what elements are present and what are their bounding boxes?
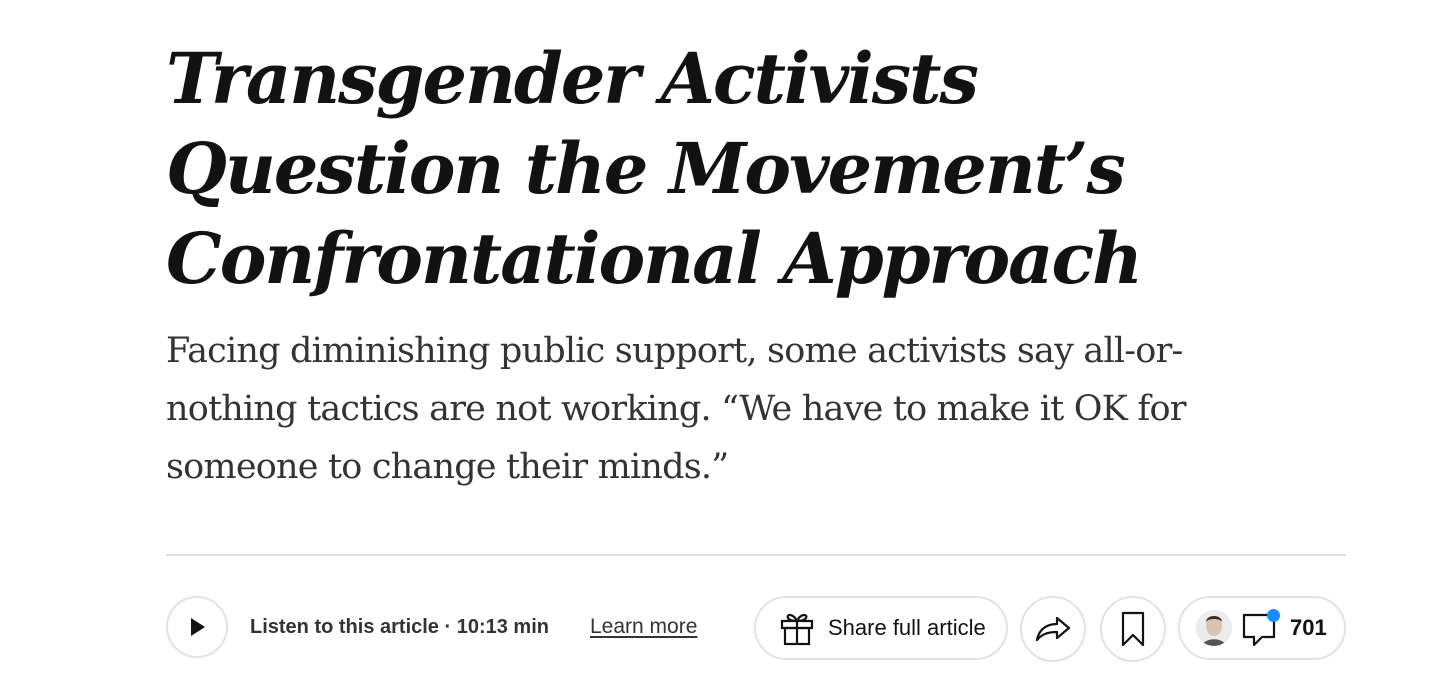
share-arrow-icon bbox=[1035, 616, 1071, 642]
share-full-article-label: Share full article bbox=[828, 615, 986, 640]
learn-more-link[interactable]: Learn more bbox=[590, 614, 697, 640]
comment-count: 701 bbox=[1290, 615, 1327, 640]
save-bookmark-button[interactable] bbox=[1100, 596, 1166, 662]
share-button[interactable] bbox=[1020, 596, 1086, 662]
gift-icon bbox=[780, 613, 814, 646]
article-summary: Facing diminishing public support, some … bbox=[166, 331, 1186, 487]
article-headline: Transgender Activists Question the Movem… bbox=[166, 37, 1143, 300]
comments-button[interactable]: 701 bbox=[1178, 596, 1346, 660]
bookmark-icon bbox=[1121, 611, 1145, 647]
notification-dot bbox=[1267, 609, 1280, 622]
article-toolbar: Listen to this article · 10:13 min Learn… bbox=[166, 596, 1346, 662]
avatar bbox=[1196, 610, 1232, 646]
author-avatar-icon bbox=[1196, 610, 1232, 646]
comment-bubble-icon bbox=[1240, 607, 1282, 649]
listen-label: Listen to this article · 10:13 min bbox=[250, 616, 549, 638]
divider bbox=[166, 554, 1346, 556]
share-full-article-button[interactable]: Share full article bbox=[754, 596, 1008, 660]
play-audio-button[interactable] bbox=[166, 596, 228, 658]
play-icon bbox=[191, 618, 205, 636]
